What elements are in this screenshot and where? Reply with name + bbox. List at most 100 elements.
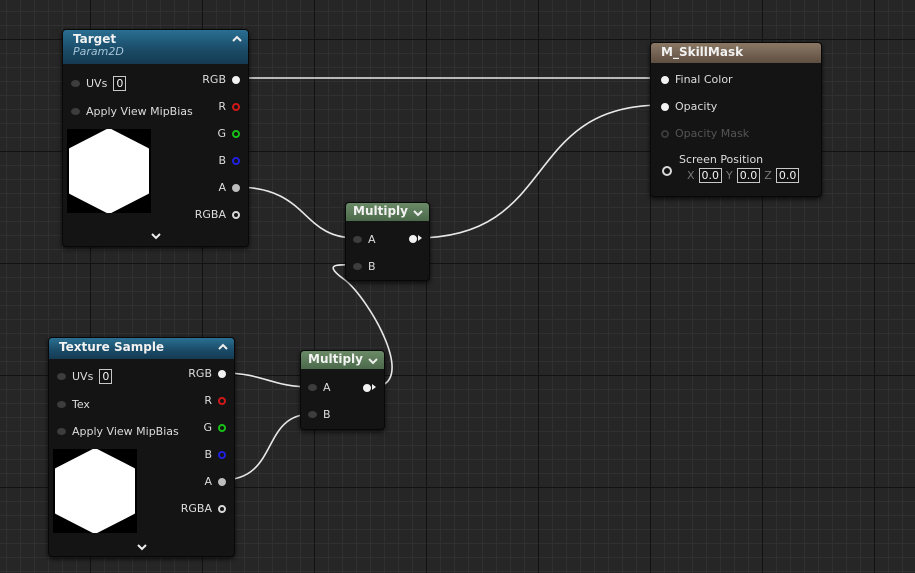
rgba-label: RGBA bbox=[194, 208, 226, 221]
material-in-opacity-mask[interactable]: Opacity Mask bbox=[661, 127, 749, 140]
texture-sample-title: Texture Sample bbox=[59, 340, 165, 354]
texture-mip-pin[interactable]: Apply View MipBias bbox=[57, 425, 179, 438]
target-out-g[interactable]: G bbox=[217, 127, 240, 140]
chevron-up-icon[interactable] bbox=[232, 34, 242, 44]
multiply-top-output-pin-icon[interactable] bbox=[409, 235, 417, 243]
texture-tex-label: Tex bbox=[72, 398, 90, 411]
material-node-title: M_SkillMask bbox=[661, 45, 744, 59]
b-label: B bbox=[218, 154, 226, 167]
texture-out-a[interactable]: A bbox=[204, 475, 226, 488]
material-node-header[interactable]: M_SkillMask bbox=[651, 43, 821, 63]
wire-texture-rgb-to-multiply-bottom-a[interactable] bbox=[221, 372, 313, 388]
target-mip-label: Apply View MipBias bbox=[86, 105, 193, 118]
output-arrow-icon bbox=[372, 384, 376, 390]
chevron-up-icon[interactable] bbox=[218, 342, 228, 352]
texture-sample-header[interactable]: Texture Sample bbox=[49, 338, 234, 359]
screen-position-z-input[interactable]: 0.0 bbox=[775, 168, 800, 183]
target-uvs-input[interactable]: 0 bbox=[113, 76, 127, 91]
wire-multiply-top-out-to-opacity[interactable] bbox=[415, 104, 663, 239]
b-label: B bbox=[368, 260, 376, 273]
texture-uvs-pin[interactable]: UVs 0 bbox=[57, 369, 113, 384]
texture-out-rgb[interactable]: RGB bbox=[188, 367, 226, 380]
rgb-label: RGB bbox=[188, 367, 212, 380]
texture-out-g[interactable]: G bbox=[203, 421, 226, 434]
texture-uvs-label: UVs bbox=[72, 370, 94, 383]
opacity-pin-icon[interactable] bbox=[661, 102, 669, 111]
rgb-pin-icon[interactable] bbox=[232, 75, 240, 84]
multiply-top-in-b[interactable]: B bbox=[353, 260, 376, 273]
a-pin-icon[interactable] bbox=[218, 477, 226, 486]
r-pin-icon[interactable] bbox=[232, 102, 240, 111]
g-pin-icon[interactable] bbox=[218, 423, 226, 432]
r-label: R bbox=[204, 394, 212, 407]
target-texture-preview bbox=[67, 128, 151, 214]
target-mip-pin[interactable]: Apply View MipBias bbox=[71, 105, 193, 118]
target-out-b[interactable]: B bbox=[218, 154, 240, 167]
screen-position-y-input[interactable]: 0.0 bbox=[736, 168, 761, 183]
hexagon-preview-icon bbox=[55, 448, 135, 534]
target-node-header[interactable]: Target Param2D bbox=[63, 30, 248, 64]
b-pin-icon[interactable] bbox=[308, 411, 317, 418]
wire-texture-a-to-multiply-bottom-b[interactable] bbox=[221, 413, 313, 481]
r-pin-icon[interactable] bbox=[218, 396, 226, 405]
multiply-bottom-output-pin-icon[interactable] bbox=[363, 384, 371, 392]
a-label: A bbox=[204, 475, 212, 488]
material-result-node[interactable]: M_SkillMask Final Color Opacity Opacity … bbox=[650, 42, 822, 197]
chevron-down-icon[interactable] bbox=[413, 208, 423, 218]
texture-tex-pin[interactable]: Tex bbox=[57, 398, 90, 411]
material-in-opacity[interactable]: Opacity bbox=[661, 100, 717, 113]
texture-out-r[interactable]: R bbox=[204, 394, 226, 407]
chevron-down-icon[interactable] bbox=[368, 356, 378, 366]
wire-target-a-to-multiply-top-a[interactable] bbox=[235, 186, 357, 239]
screen-position-label: Screen Position bbox=[679, 153, 764, 166]
target-node-title: Target bbox=[73, 32, 117, 46]
target-out-rgb[interactable]: RGB bbox=[202, 73, 240, 86]
g-pin-icon[interactable] bbox=[232, 129, 240, 138]
b-pin-icon[interactable] bbox=[232, 156, 240, 165]
material-in-final-color[interactable]: Final Color bbox=[661, 73, 733, 86]
tex-pin-icon[interactable] bbox=[57, 401, 66, 408]
mip-pin-icon[interactable] bbox=[57, 428, 66, 435]
multiply-node-bottom[interactable]: Multiply A B bbox=[300, 350, 385, 430]
b-label: B bbox=[204, 448, 212, 461]
multiply-top-in-a[interactable]: A bbox=[353, 233, 376, 246]
rgb-pin-icon[interactable] bbox=[218, 369, 226, 378]
screen-position-fields: X 0.0 Y 0.0 Z 0.0 bbox=[687, 168, 800, 183]
a-label: A bbox=[218, 181, 226, 194]
a-pin-icon[interactable] bbox=[232, 183, 240, 192]
multiply-bottom-in-a[interactable]: A bbox=[308, 381, 331, 394]
multiply-top-header[interactable]: Multiply bbox=[346, 203, 429, 221]
texture-out-b[interactable]: B bbox=[204, 448, 226, 461]
multiply-bottom-in-b[interactable]: B bbox=[308, 408, 331, 421]
rgba-pin-icon[interactable] bbox=[218, 504, 226, 513]
screen-position-pin-icon[interactable] bbox=[662, 166, 672, 176]
b-pin-icon[interactable] bbox=[218, 450, 226, 459]
screen-position-x-input[interactable]: 0.0 bbox=[698, 168, 723, 183]
chevron-down-icon[interactable] bbox=[150, 232, 162, 240]
rgba-pin-icon[interactable] bbox=[232, 210, 240, 219]
g-label: G bbox=[203, 421, 212, 434]
multiply-node-top[interactable]: Multiply A B bbox=[345, 202, 430, 281]
uvs-pin-icon[interactable] bbox=[57, 373, 66, 380]
texture-out-rgba[interactable]: RGBA bbox=[181, 502, 226, 515]
a-pin-icon[interactable] bbox=[353, 236, 362, 243]
b-pin-icon[interactable] bbox=[353, 263, 362, 270]
mip-pin-icon[interactable] bbox=[71, 108, 80, 115]
rgb-label: RGB bbox=[202, 73, 226, 86]
target-uvs-pin[interactable]: UVs 0 bbox=[71, 76, 127, 91]
final-color-pin-icon[interactable] bbox=[661, 75, 669, 84]
texture-sample-node[interactable]: Texture Sample UVs 0 Tex Apply View MipB… bbox=[48, 337, 235, 557]
opacity-label: Opacity bbox=[675, 100, 718, 113]
uvs-pin-icon[interactable] bbox=[71, 80, 80, 87]
target-out-a[interactable]: A bbox=[218, 181, 240, 194]
target-out-r[interactable]: R bbox=[218, 100, 240, 113]
target-out-rgba[interactable]: RGBA bbox=[195, 208, 240, 221]
multiply-top-title: Multiply bbox=[353, 204, 408, 218]
multiply-bottom-header[interactable]: Multiply bbox=[301, 351, 384, 369]
target-uvs-label: UVs bbox=[86, 77, 108, 90]
texture-uvs-input[interactable]: 0 bbox=[99, 369, 113, 384]
a-pin-icon[interactable] bbox=[308, 384, 317, 391]
target-texture-node[interactable]: Target Param2D UVs 0 Apply View MipBias … bbox=[62, 29, 249, 247]
chevron-down-icon[interactable] bbox=[136, 543, 148, 551]
opacity-mask-pin-icon[interactable] bbox=[661, 129, 669, 138]
